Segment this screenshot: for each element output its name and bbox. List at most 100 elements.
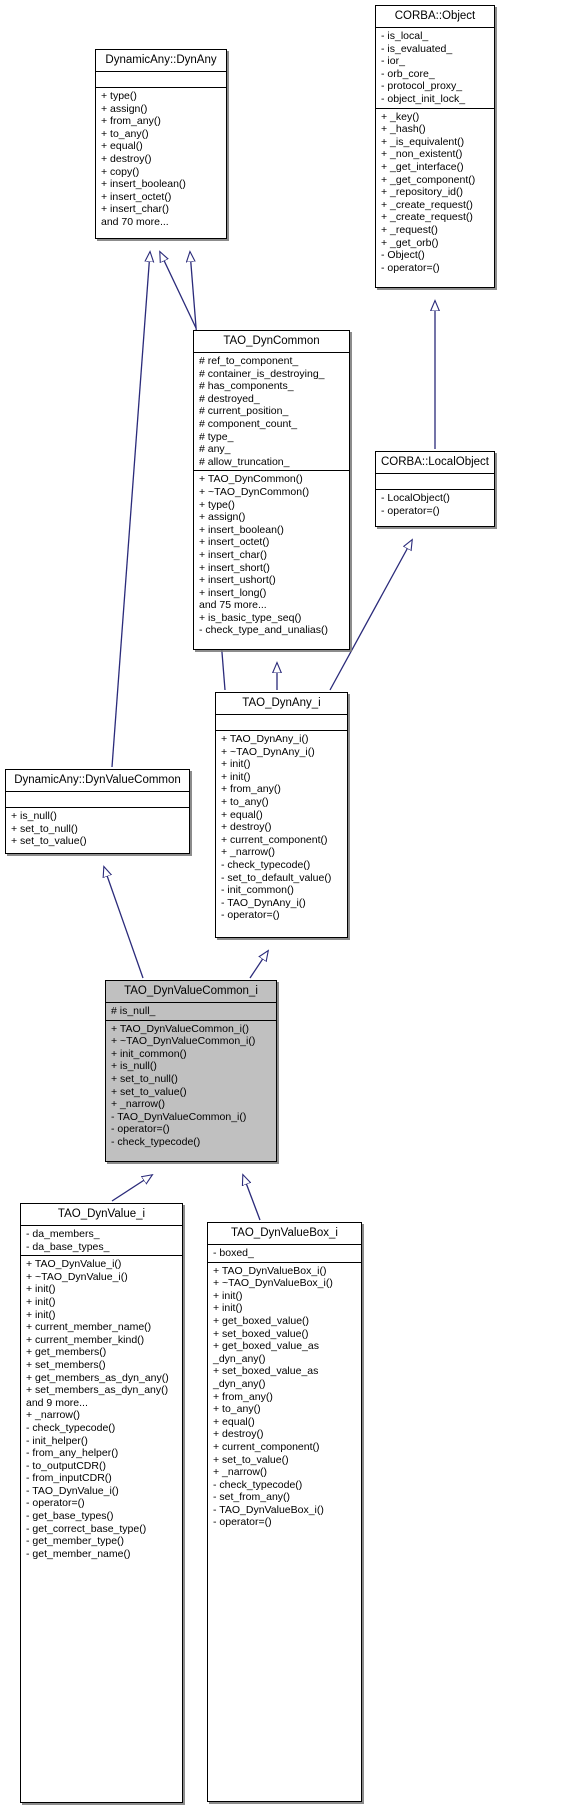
operation-row: + set_to_null() xyxy=(11,822,78,835)
attribute-row: - is_evaluated_ xyxy=(381,42,453,55)
operations-corba_object: + _key() + _hash() + _is_equivalent() + _no… xyxy=(376,109,494,277)
operation-row: + _is_equivalent() xyxy=(381,135,465,148)
operation-row: + _repository_id() xyxy=(381,186,463,199)
operation-row: - set_to_default_value() xyxy=(221,871,332,884)
operation-row: + TAO_DynValueCommon_i() xyxy=(111,1022,250,1035)
attribute-row: - orb_core_ xyxy=(381,67,435,80)
attribute-row: # type_ xyxy=(199,430,234,443)
operation-row: + get_members() xyxy=(26,1346,107,1359)
operation-row: + ~TAO_DynCommon() xyxy=(199,485,310,498)
operation-row: + current_member_kind() xyxy=(26,1333,145,1346)
operation-row: + _narrow() xyxy=(221,846,275,859)
operation-row: + insert_short() xyxy=(199,561,270,574)
operation-row: + _get_interface() xyxy=(381,160,464,173)
class-box-dynamicany_dynvaluecommon[interactable]: DynamicAny::DynValueCommon + is_null() + s… xyxy=(5,769,190,854)
attributes-corba_object: - is_local_ - is_evaluated_ - ior_ - orb_co… xyxy=(376,28,494,108)
attributes-tao_dynvaluebox_i: - boxed_ xyxy=(208,1245,361,1262)
operation-row: + insert_long() xyxy=(199,586,267,599)
attributes-corba_localobject xyxy=(376,474,494,489)
attribute-row: # current_position_ xyxy=(199,405,289,418)
operation-row: + _key() xyxy=(381,110,420,123)
operation-row: - get_correct_base_type() xyxy=(26,1522,147,1535)
operation-row: + ~TAO_DynValue_i() xyxy=(26,1270,128,1283)
operations-dynamicany_dynvaluecommon: + is_null() + set_to_null() + set_to_value… xyxy=(6,808,189,850)
class-name-tao_dyncommon: TAO_DynCommon xyxy=(223,335,320,347)
attribute-row: # is_null_ xyxy=(111,1005,156,1017)
class-name-tao_dynvaluebox_i: TAO_DynValueBox_i xyxy=(231,1227,338,1239)
operation-row: - init_helper() xyxy=(26,1434,88,1447)
operation-row: - operator=() xyxy=(26,1497,85,1510)
class-box-dynamicany_dynany[interactable]: DynamicAny::DynAny + type() + assign() + fr… xyxy=(95,49,227,239)
operation-row: - operator=() xyxy=(221,909,280,922)
attribute-row: # ref_to_component_ xyxy=(199,355,299,367)
operation-row: + ~TAO_DynAny_i() xyxy=(221,745,315,758)
operation-row: + ~TAO_DynValueBox_i() xyxy=(213,1277,333,1290)
operation-row: + get_boxed_value_as xyxy=(213,1340,319,1353)
operations-dynamicany_dynany: + type() + assign() + from_any() + to_any()… xyxy=(96,88,226,231)
class-box-tao_dynvalue_i[interactable]: TAO_DynValue_i - da_members_ - da_base_typ… xyxy=(20,1203,183,1803)
operation-row: + from_any() xyxy=(221,783,281,796)
attribute-row: - ior_ xyxy=(381,55,405,68)
attribute-row: # container_is_destroying_ xyxy=(199,367,325,380)
operation-row: - set_from_any() xyxy=(213,1491,291,1504)
class-box-tao_dyncommon[interactable]: TAO_DynCommon # ref_to_component_ # contai… xyxy=(193,330,350,650)
operation-row: - operator=() xyxy=(381,261,440,274)
operation-row: + TAO_DynCommon() xyxy=(199,473,303,486)
operation-row: + set_members() xyxy=(26,1358,106,1371)
operation-row: and 70 more... xyxy=(101,215,169,228)
operation-row: + set_boxed_value_as xyxy=(213,1365,319,1378)
operation-row: + is_null() xyxy=(11,810,57,822)
operation-row: + TAO_DynValueBox_i() xyxy=(213,1264,327,1277)
operation-row: + insert_char() xyxy=(199,548,267,561)
attribute-row: - protocol_proxy_ xyxy=(381,80,463,93)
operation-row: - Object() xyxy=(381,249,425,262)
operation-row: - get_member_type() xyxy=(26,1535,125,1548)
operation-row: - operator=() xyxy=(213,1516,272,1529)
operation-row: + assign() xyxy=(101,102,148,115)
attribute-row: # any_ xyxy=(199,443,231,456)
class-box-corba_localobject[interactable]: CORBA::LocalObject - LocalObject() - opera… xyxy=(375,451,495,527)
operation-row: + equal() xyxy=(101,140,143,153)
operation-row: + set_to_value() xyxy=(11,835,87,848)
attributes-dynamicany_dynvaluecommon xyxy=(6,792,189,807)
operation-row: + init() xyxy=(213,1289,243,1302)
operation-row: - from_inputCDR() xyxy=(26,1472,112,1485)
operation-row: - to_outputCDR() xyxy=(26,1459,106,1472)
operation-row: + type() xyxy=(101,90,137,102)
attribute-row: # destroyed_ xyxy=(199,392,260,405)
operation-row: + destroy() xyxy=(213,1428,264,1441)
operation-row: + copy() xyxy=(101,165,140,178)
operation-row: and 75 more... xyxy=(199,599,267,612)
operations-tao_dyncommon: + TAO_DynCommon() + ~TAO_DynCommon() + typ… xyxy=(194,471,349,639)
attribute-row: - boxed_ xyxy=(213,1247,254,1259)
operation-row: + to_any() xyxy=(213,1403,261,1416)
operation-row: + destroy() xyxy=(101,152,152,165)
operation-row: - from_any_helper() xyxy=(26,1447,119,1460)
operation-row: + _create_request() xyxy=(381,198,473,211)
class-box-tao_dynany_i[interactable]: TAO_DynAny_i + TAO_DynAny_i() + ~TAO_DynAn… xyxy=(215,692,348,938)
attributes-dynamicany_dynany xyxy=(96,72,226,87)
class-box-tao_dynvaluebox_i[interactable]: TAO_DynValueBox_i - boxed_ + TAO_DynValueB… xyxy=(207,1222,362,1802)
class-box-tao_dynvaluecommon_i[interactable]: TAO_DynValueCommon_i # is_null_ + TAO_DynV… xyxy=(105,980,277,1162)
operation-row: + _get_component() xyxy=(381,173,476,186)
operation-row: + init() xyxy=(221,758,251,771)
operation-row: - check_typecode() xyxy=(111,1135,201,1148)
operations-tao_dynany_i: + TAO_DynAny_i() + ~TAO_DynAny_i() + init(… xyxy=(216,731,347,924)
operation-row: + is_basic_type_seq() xyxy=(199,611,302,624)
operation-row: + insert_octet() xyxy=(101,190,172,203)
class-box-corba_object[interactable]: CORBA::Object - is_local_ - is_evaluated_ -… xyxy=(375,5,495,288)
attribute-row: - is_local_ xyxy=(381,30,429,42)
operation-row: - TAO_DynAny_i() xyxy=(221,896,306,909)
operation-row: - TAO_DynValueCommon_i() xyxy=(111,1110,247,1123)
operation-row: + _get_orb() xyxy=(381,236,439,249)
operation-row: + TAO_DynValue_i() xyxy=(26,1258,122,1271)
operation-row: + _non_existent() xyxy=(381,148,463,161)
operation-row: + set_members_as_dyn_any() xyxy=(26,1384,169,1397)
operation-row: + to_any() xyxy=(221,795,269,808)
class-name-corba_object: CORBA::Object xyxy=(394,10,476,22)
operation-row: + set_to_value() xyxy=(213,1453,289,1466)
attributes-tao_dynany_i xyxy=(216,715,347,730)
operation-row: + insert_char() xyxy=(101,203,169,216)
operation-row: + init() xyxy=(26,1308,56,1321)
operation-row: + insert_boolean() xyxy=(101,178,186,191)
